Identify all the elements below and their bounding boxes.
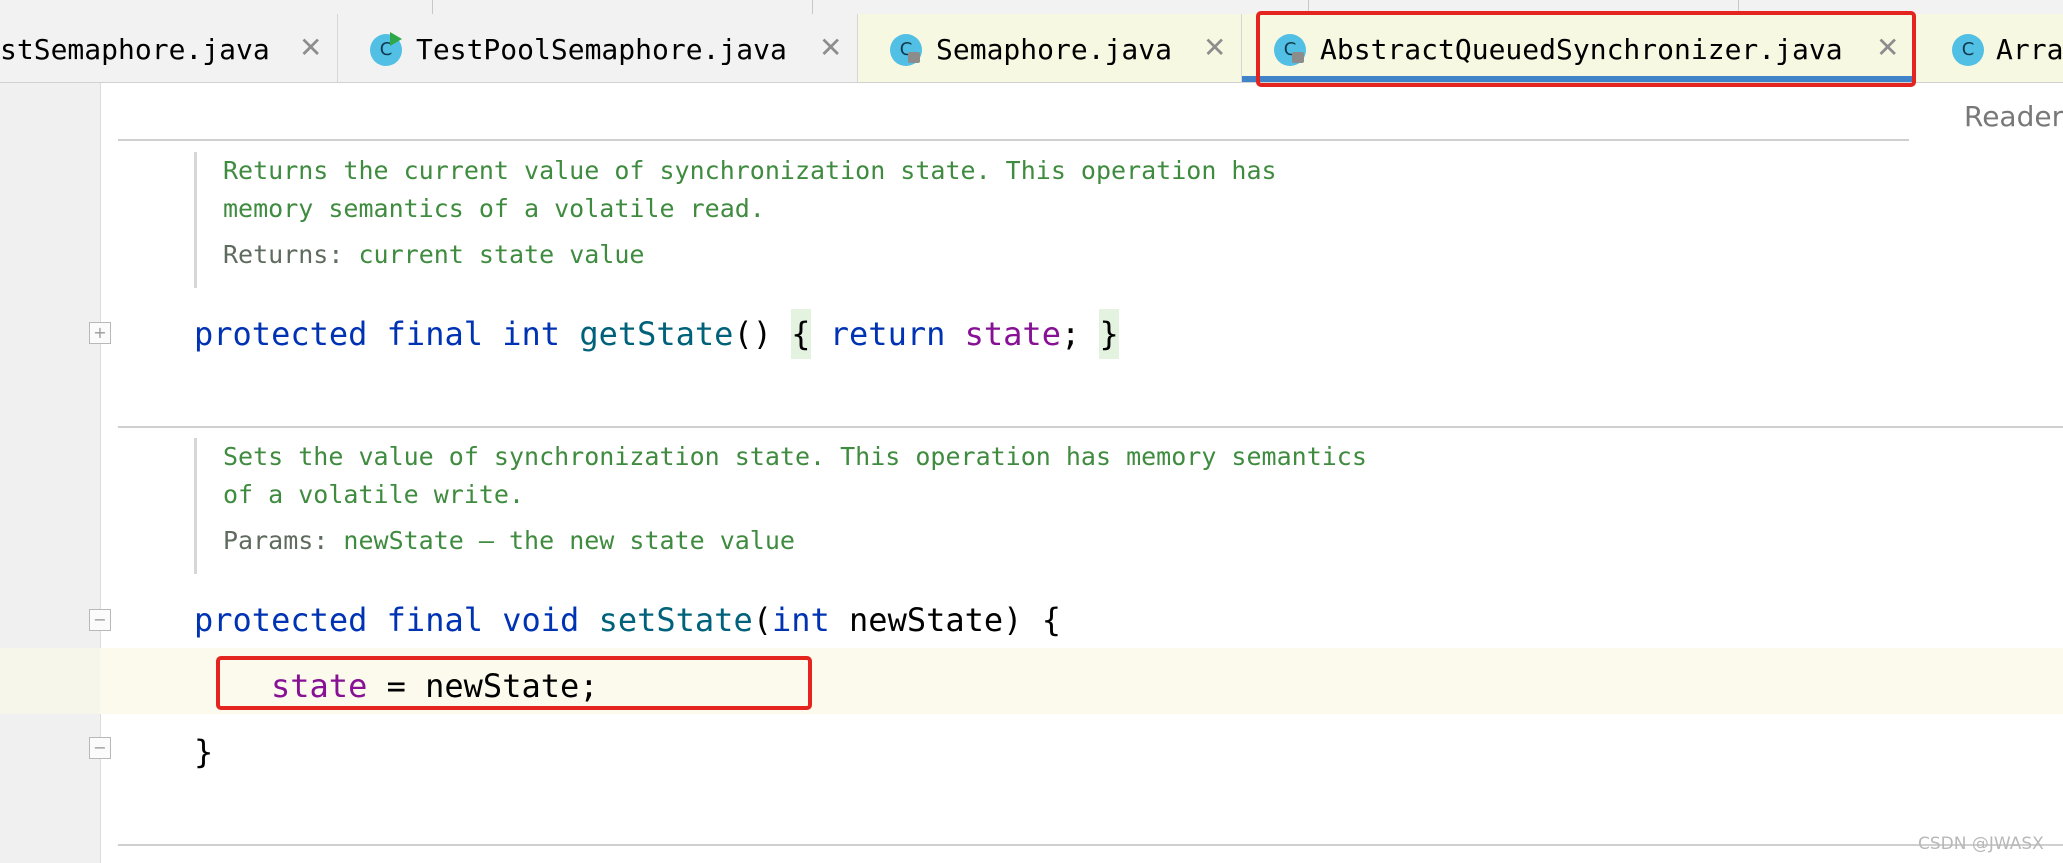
keyword: protected	[194, 601, 368, 639]
reader-mode-button[interactable]: Reader	[1964, 100, 2063, 133]
close-icon[interactable]: ✕	[819, 32, 842, 64]
editor-gutter	[0, 83, 101, 863]
code-line-close-brace: }	[194, 730, 213, 774]
folded-brace[interactable]: {	[791, 309, 811, 359]
fold-collapse-icon[interactable]: −	[89, 609, 111, 631]
keyword: protected	[194, 315, 368, 353]
tab-stsemaphore[interactable]: stSemaphore.java ✕	[0, 14, 338, 82]
fold-expand-icon[interactable]: +	[89, 322, 111, 344]
doc-comment-getstate: Returns the current value of synchroniza…	[194, 152, 1277, 288]
tab-label: TestPoolSemaphore.java	[416, 33, 787, 66]
paren: (	[752, 601, 772, 639]
field-ref: state	[964, 315, 1061, 353]
keyword: void	[502, 601, 580, 639]
close-brace: }	[194, 733, 214, 771]
doc-returns-line: Returns: current state value	[223, 236, 1277, 274]
runnable-class-icon: C	[370, 32, 402, 66]
method-separator	[118, 426, 2063, 428]
parens: ()	[733, 315, 772, 353]
tab-label: Semaphore.java	[936, 33, 1173, 66]
tab-arra[interactable]: C Arra	[1916, 14, 2063, 82]
keyword: final	[386, 315, 483, 353]
keyword: int	[771, 601, 830, 639]
doc-params-tag: Params:	[223, 526, 329, 555]
doc-line: of a volatile write.	[223, 480, 525, 509]
caret-row-gutter	[0, 648, 100, 714]
watermark: CSDN @JWASX	[1918, 834, 2044, 854]
doc-returns-text: current state value	[358, 240, 645, 269]
keyword: return	[829, 315, 946, 353]
code-line-setstate: protected final void setState(int newSta…	[194, 598, 1061, 642]
method-name: getState	[579, 315, 734, 353]
close-icon[interactable]: ✕	[1203, 32, 1226, 64]
doc-returns-tag: Returns:	[223, 240, 344, 269]
doc-params-text: newState – the new state value	[343, 526, 795, 555]
doc-comment-setstate: Sets the value of synchronization state.…	[194, 438, 1367, 574]
doc-line: Sets the value of synchronization state.…	[223, 442, 1367, 471]
highlight-box-assignment	[216, 656, 812, 710]
close-icon[interactable]: ✕	[299, 32, 322, 64]
code-line-getstate: protected final int getState() { return …	[194, 309, 1119, 359]
keyword: int	[502, 315, 561, 353]
folded-brace[interactable]: }	[1099, 309, 1119, 359]
method-separator	[118, 139, 1909, 141]
class-icon: C	[1952, 34, 1984, 66]
tab-separator	[432, 0, 433, 14]
fold-collapse-icon[interactable]: −	[89, 737, 111, 759]
paren-brace: ) {	[1003, 601, 1061, 639]
tab-semaphore[interactable]: C Semaphore.java ✕	[858, 14, 1242, 82]
locked-class-icon: C	[890, 34, 922, 66]
tab-label: Arra	[1996, 33, 2063, 66]
doc-params-line: Params: newState – the new state value	[223, 522, 1367, 560]
keyword: final	[386, 601, 483, 639]
doc-line: Returns the current value of synchroniza…	[223, 156, 1277, 185]
tab-testpoolsemaphore[interactable]: C TestPoolSemaphore.java ✕	[338, 14, 858, 82]
highlight-box-active-tab	[1256, 11, 1916, 87]
method-name: setState	[598, 601, 753, 639]
semicolon: ;	[1060, 315, 1081, 353]
tab-label: stSemaphore.java	[0, 33, 270, 66]
param-name: newState	[849, 601, 1004, 639]
tab-separator	[812, 0, 813, 14]
doc-line: memory semantics of a volatile read.	[223, 194, 765, 223]
method-separator	[118, 844, 2063, 846]
